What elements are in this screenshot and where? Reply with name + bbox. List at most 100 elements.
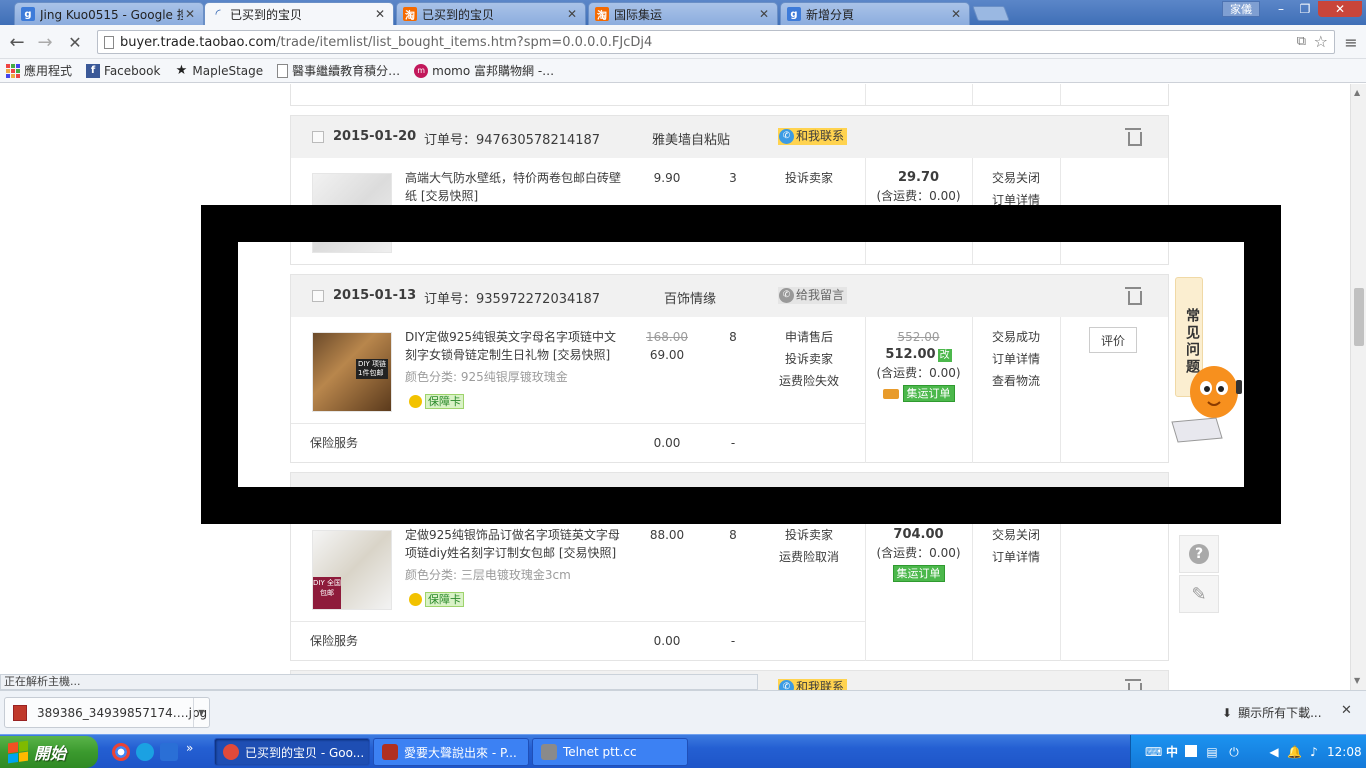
tab-international-shipping[interactable]: 淘 国际集运 ✕: [588, 2, 778, 25]
guarantee-badge[interactable]: 保障卡: [409, 394, 464, 409]
consolidated-shipping-tag[interactable]: 集运订单: [865, 562, 972, 584]
ime-indicator[interactable]: 中: [1165, 745, 1179, 759]
page-viewport: 保障卡 2015-01-20 订单号：947630578214187 雅美墙自粘…: [0, 84, 1350, 690]
image-file-icon: [13, 704, 27, 721]
order-checkbox[interactable]: [312, 131, 324, 143]
chrome-icon[interactable]: [112, 743, 130, 761]
scrollbar-thumb[interactable]: [1354, 288, 1364, 346]
minimize-button[interactable]: –: [1270, 1, 1292, 17]
complain-seller-link[interactable]: 投诉卖家: [771, 167, 847, 189]
profile-button[interactable]: 家儀: [1222, 1, 1260, 17]
bookmark-maplestage[interactable]: ★ MapleStage: [174, 63, 264, 78]
product-thumbnail[interactable]: DIY 项链 1件包邮: [312, 332, 392, 412]
item-title-link[interactable]: 高端大气防水壁纸，特价两卷包邮白砖壁纸 [交易快照]: [405, 169, 627, 205]
bookmark-facebook[interactable]: f Facebook: [86, 63, 160, 78]
download-item[interactable]: 389386_34939857174….jpg ▼: [4, 697, 210, 728]
service-price: 0.00: [653, 634, 681, 648]
keyboard-icon[interactable]: ⌨: [1145, 745, 1162, 759]
forward-button[interactable]: →: [34, 31, 56, 53]
complain-seller-link[interactable]: 投诉卖家: [771, 524, 847, 546]
task-chrome[interactable]: 已买到的宝贝 - Goo...: [214, 738, 370, 766]
help-icon: ?: [1189, 544, 1209, 564]
order-detail-link[interactable]: 订单详情: [972, 348, 1060, 370]
apply-after-sales-link[interactable]: 申请售后: [771, 326, 847, 348]
show-all-downloads-link[interactable]: ⬇ 顯示所有下載...: [1222, 704, 1322, 721]
display-icon[interactable]: ▤: [1205, 745, 1219, 759]
shop-name[interactable]: 雅美墙自粘贴: [652, 129, 730, 148]
close-tab-icon[interactable]: ✕: [757, 7, 771, 21]
translate-icon[interactable]: ⧉: [1297, 34, 1306, 49]
star-icon: ★: [175, 63, 188, 78]
rate-button[interactable]: 评价: [1089, 327, 1137, 353]
item-spec: 颜色分类: 925纯银厚镀玫瑰金: [405, 370, 568, 384]
bookmark-label: MapleStage: [192, 63, 264, 78]
card-icon: [882, 388, 899, 399]
bookmark-star-icon[interactable]: ☆: [1314, 32, 1328, 51]
bookmark-momo[interactable]: m momo 富邦購物網 -…: [414, 62, 554, 79]
close-icon[interactable]: ✕: [1341, 703, 1352, 718]
new-tab-button[interactable]: [972, 6, 1010, 21]
contact-seller-button[interactable]: ✆ 和我联系: [778, 679, 848, 690]
feedback-button[interactable]: ✎: [1179, 575, 1219, 613]
product-thumbnail[interactable]: DIY 全国 包邮: [312, 530, 392, 610]
window-icon[interactable]: [1185, 745, 1197, 757]
delete-order-icon[interactable]: [1125, 679, 1142, 690]
tab-new-tab[interactable]: g 新增分頁 ✕: [780, 2, 970, 25]
chat-icon: ✆: [779, 288, 794, 303]
order-detail-link[interactable]: 订单详情: [972, 189, 1060, 211]
service-label: 保险服务: [310, 634, 359, 648]
delete-order-icon[interactable]: [1125, 128, 1142, 146]
leave-message-button[interactable]: ✆ 给我留言: [778, 287, 848, 304]
insurance-service-row: 保险服务 0.00 -: [291, 621, 865, 659]
order-date: 2015-01-13: [333, 288, 417, 303]
quicklaunch-chevron-icon[interactable]: »: [186, 741, 193, 755]
power-icon[interactable]: ⏻: [1227, 745, 1241, 759]
maximize-button[interactable]: ❐: [1294, 1, 1316, 17]
guarantee-badge[interactable]: 保障卡: [409, 592, 464, 607]
order-card: DIY 全国 包邮 定做925纯银饰品订做名字项链英文字母项链diy姓名刻字订制…: [290, 472, 1169, 661]
close-tab-icon[interactable]: ✕: [373, 7, 387, 21]
media-icon[interactable]: [160, 743, 178, 761]
close-tab-icon[interactable]: ✕: [565, 7, 579, 21]
close-tab-icon[interactable]: ✕: [949, 7, 963, 21]
consolidated-shipping-tag[interactable]: 集运订单: [865, 382, 972, 404]
page-scrollbar[interactable]: ▲ ▼: [1350, 84, 1366, 690]
item-spec: 颜色分类: 三层电镀玫瑰金3cm: [405, 568, 571, 582]
shipping-fee: (含运费：0.00): [876, 366, 961, 380]
order-previous-tail: 保障卡: [290, 84, 1169, 106]
chevron-down-icon[interactable]: ▼: [193, 698, 209, 727]
item-title-link[interactable]: DIY定做925纯银英文字母名字项链中文刻字女锁骨链定制生日礼物 [交易快照]: [405, 328, 627, 364]
clock: 12:08: [1327, 745, 1362, 759]
complain-seller-link[interactable]: 投诉卖家: [771, 348, 847, 370]
tab-bought-items-active[interactable]: ◜ 已买到的宝贝 ✕: [204, 2, 394, 25]
close-window-button[interactable]: ✕: [1318, 1, 1362, 17]
notification-icon[interactable]: 🔔: [1287, 745, 1302, 759]
order-header: 2015-01-20 订单号：947630578214187 雅美墙自粘贴 ✆ 和…: [291, 116, 1168, 158]
tab-google-search[interactable]: g Jing Kuo0515 - Google 搜尋 ✕: [14, 2, 204, 25]
help-button[interactable]: ?: [1179, 535, 1219, 573]
shipping-insurance-status[interactable]: 运费险取消: [771, 546, 847, 568]
task-telnet[interactable]: Telnet ptt.cc: [532, 738, 688, 766]
stop-button[interactable]: ✕: [64, 31, 86, 53]
order-checkbox[interactable]: [312, 290, 324, 302]
delete-order-icon[interactable]: [1125, 287, 1142, 305]
product-thumbnail[interactable]: [312, 173, 392, 253]
shop-name[interactable]: 百饰情缘: [664, 288, 716, 307]
bookmark-medical-credits[interactable]: 醫事繼續教育積分…: [277, 62, 400, 79]
task-ppt[interactable]: 愛要大聲說出來 - P...: [373, 738, 529, 766]
ie-icon[interactable]: [136, 743, 154, 761]
chevron-left-icon[interactable]: ◀: [1267, 745, 1281, 759]
close-tab-icon[interactable]: ✕: [183, 7, 197, 21]
tab-bought-items[interactable]: 淘 已买到的宝贝 ✕: [396, 2, 586, 25]
shipping-insurance-status[interactable]: 运费险失效: [771, 370, 847, 392]
start-button[interactable]: 開始: [0, 736, 98, 768]
back-button[interactable]: ←: [6, 31, 28, 53]
order-detail-link[interactable]: 订单详情: [972, 546, 1060, 568]
bookmark-apps[interactable]: 應用程式: [6, 62, 72, 79]
menu-icon[interactable]: ≡: [1340, 31, 1362, 53]
contact-seller-button[interactable]: ✆ 和我联系: [778, 128, 848, 145]
view-logistics-link[interactable]: 查看物流: [972, 370, 1060, 392]
address-bar[interactable]: buyer.trade.taobao.com/trade/itemlist/li…: [97, 30, 1335, 54]
item-title-link[interactable]: 定做925纯银饰品订做名字项链英文字母项链diy姓名刻字订制女包邮 [交易快照]: [405, 526, 627, 562]
volume-icon[interactable]: ♪: [1307, 745, 1321, 759]
